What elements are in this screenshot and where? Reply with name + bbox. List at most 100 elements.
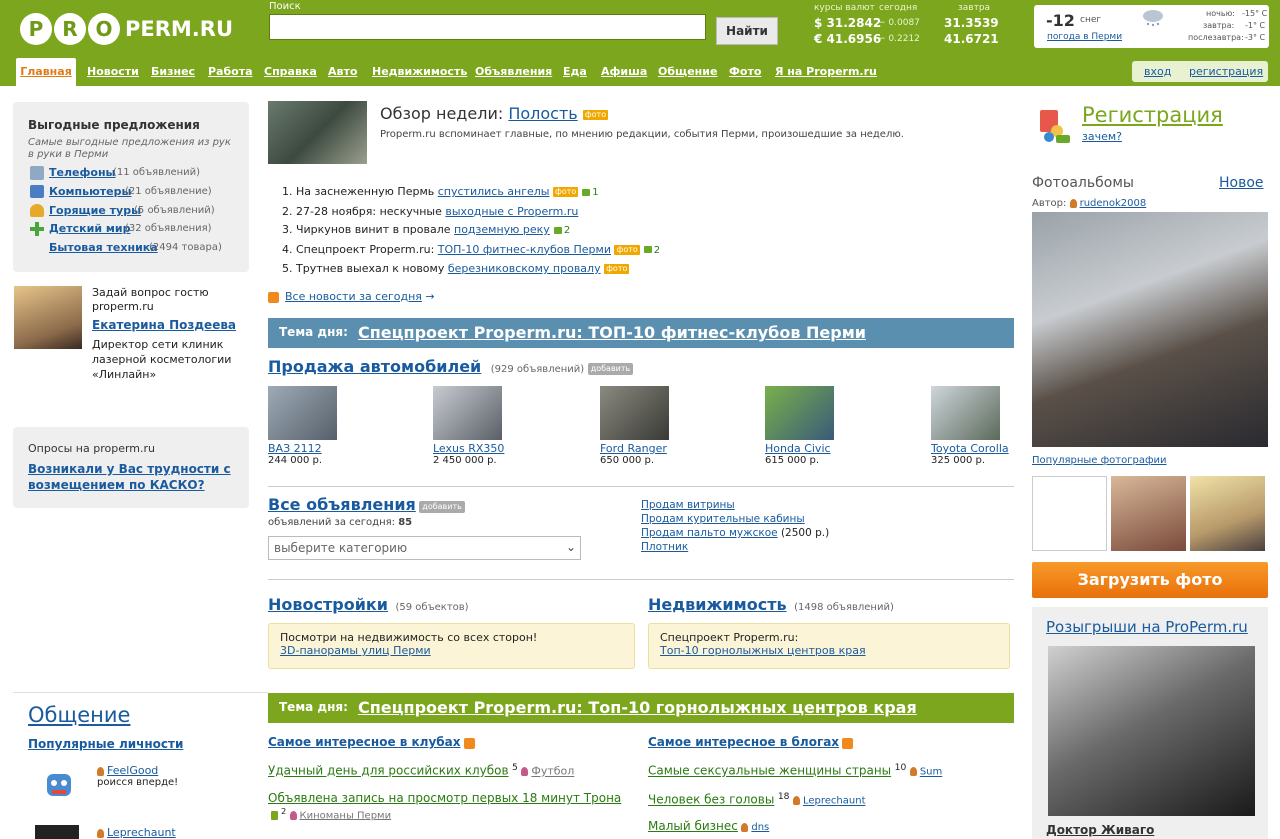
album-photo[interactable] [1032,212,1268,447]
ad-link[interactable]: Продам пальто мужское [641,527,778,539]
theme-link[interactable]: Спецпроект Properm.ru: Топ-10 горнолыжны… [358,698,917,717]
item-link[interactable]: спустились ангелы [438,185,550,198]
poll-question[interactable]: Возникали у Вас трудности с возмещением … [28,461,238,493]
rss-icon[interactable] [268,291,279,303]
thumb-photo[interactable] [1032,476,1107,551]
car-card[interactable]: Toyota Corolla 325 000 р. [931,386,1021,466]
item-link[interactable]: выходные с Properm.ru [445,205,578,218]
contest-title[interactable]: Розыгрыши на ProPerm.ru [1046,618,1248,636]
car-card[interactable]: Ford Ranger 650 000 р. [600,386,690,466]
club-group[interactable]: Футбол [531,765,574,778]
nav-item-news[interactable]: Новости [87,65,139,78]
foto-badge: фото [553,187,579,197]
upload-photo-button[interactable]: Загрузить фото [1032,562,1268,598]
popular-photos-link[interactable]: Популярные фотографии [1032,455,1167,466]
avatar[interactable] [35,825,79,839]
why-link[interactable]: зачем? [1082,130,1122,143]
club-link[interactable]: Удачный день для российских клубов [268,764,509,778]
car-photo[interactable] [931,386,1000,440]
nav-item-business[interactable]: Бизнес [151,65,195,78]
offer-link-kids[interactable]: Детский мир [49,222,130,235]
site-logo[interactable]: P R O PERM.RU [20,9,233,49]
car-photo[interactable] [268,386,337,440]
person-name[interactable]: Leprechaunt [107,826,176,839]
offer-link-appliances[interactable]: Бытовая техника [49,241,158,254]
club-link[interactable]: Объявлена запись на просмотр первых 18 м… [268,791,621,805]
search-button[interactable]: Найти [716,17,778,45]
blog-link[interactable]: Самые сексуальные женщины страны [648,764,891,778]
car-name[interactable]: Toyota Corolla [931,442,1021,455]
person-name[interactable]: FeelGood [107,764,158,777]
club-group[interactable]: Киноманы Перми [300,810,392,821]
social-title[interactable]: Общение [28,703,130,727]
rss-icon[interactable] [463,737,475,749]
car-card[interactable]: Honda Civic 615 000 р. [765,386,855,466]
nav-item-ads[interactable]: Объявления [475,65,552,78]
blog-author[interactable]: dns [751,822,769,833]
guest-photo[interactable] [14,286,82,349]
nav-item-realty[interactable]: Недвижимость [372,65,467,78]
guest-name[interactable]: Екатерина Поздеева [92,318,236,332]
search-input[interactable] [269,14,706,40]
offer-link-tours[interactable]: Горящие туры [49,204,141,217]
item-link[interactable]: ТОП-10 фитнес-клубов Перми [438,243,611,256]
realty-box-link[interactable]: Топ-10 горнолыжных центров края [660,644,998,657]
car-name[interactable]: Lexus RX350 [433,442,523,455]
car-name[interactable]: Ford Ranger [600,442,690,455]
category-select[interactable]: выберите категорию ⌄ [268,536,581,560]
nav-item-food[interactable]: Еда [563,65,587,78]
car-card[interactable]: ВАЗ 2112 244 000 р. [268,386,358,466]
blog-author[interactable]: Leprechaunt [803,796,866,807]
thumb-photo[interactable] [1111,476,1186,551]
author-link[interactable]: rudenok2008 [1080,198,1147,209]
login-link[interactable]: вход [1144,65,1171,78]
nav-item-home[interactable]: Главная [16,58,76,86]
ad-link[interactable]: Продам курительные кабины [641,513,805,525]
theme-link[interactable]: Спецпроект Properm.ru: ТОП-10 фитнес-клу… [358,323,866,342]
newb-box-link[interactable]: 3D-панорамы улиц Перми [280,644,623,657]
weather-link[interactable]: погода в Перми [1047,32,1122,42]
nav-item-afisha[interactable]: Афиша [601,65,647,78]
add-button[interactable]: добавить [419,501,465,513]
nav-item-social[interactable]: Общение [658,65,717,78]
blog-link[interactable]: Малый бизнес [648,819,738,833]
car-name[interactable]: ВАЗ 2112 [268,442,358,455]
nav-item-reference[interactable]: Справка [264,65,317,78]
car-card[interactable]: Lexus RX350 2 450 000 р. [433,386,523,466]
ad-link[interactable]: Плотник [641,541,688,553]
contest-photo[interactable] [1048,646,1255,816]
registration-link[interactable]: Регистрация [1082,103,1223,127]
ad-link[interactable]: Продам витрины [641,499,735,511]
car-photo[interactable] [433,386,502,440]
blog-author[interactable]: Sum [920,767,942,778]
review-photo[interactable] [268,101,367,164]
clubs-title[interactable]: Самое интересное в клубах [268,735,461,749]
cars-title[interactable]: Продажа автомобилей [268,357,481,376]
nav-item-auto[interactable]: Авто [328,65,357,78]
all-news-link[interactable]: Все новости за сегодня [285,290,422,303]
new-link[interactable]: Новое [1219,175,1264,191]
newb-title[interactable]: Новостройки [268,595,388,614]
item-link[interactable]: березниковскому провалу [448,262,601,275]
car-photo[interactable] [765,386,834,440]
avatar[interactable] [42,768,76,804]
car-photo[interactable] [600,386,669,440]
register-link[interactable]: регистрация [1189,65,1263,78]
offer-link-computers[interactable]: Компьютеры [49,185,131,198]
popular-people[interactable]: Популярные личности [28,737,183,751]
item-link[interactable]: подземную реку [454,223,550,236]
nav-item-work[interactable]: Работа [208,65,253,78]
realty-title[interactable]: Недвижимость [648,595,787,614]
blog-link[interactable]: Человек без головы [648,793,774,807]
blogs-title[interactable]: Самое интересное в блогах [648,735,839,749]
thumb-photo[interactable] [1190,476,1265,551]
add-button[interactable]: добавить [587,363,634,375]
contest-caption[interactable]: Доктор Живаго [1046,823,1154,837]
nav-item-photo[interactable]: Фото [729,65,761,78]
ads-title[interactable]: Все объявления [268,495,416,514]
nav-item-me[interactable]: Я на Properm.ru [775,65,877,78]
rss-icon[interactable] [842,737,854,749]
car-name[interactable]: Honda Civic [765,442,855,455]
review-link[interactable]: Полость [508,104,577,123]
offer-link-phones[interactable]: Телефоны [49,166,116,179]
